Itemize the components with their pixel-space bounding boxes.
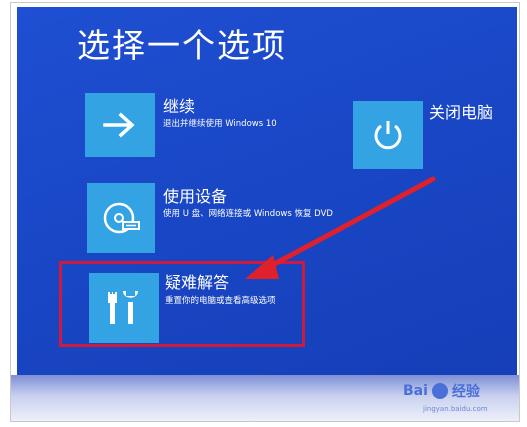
watermark-brand-b: 经验: [451, 384, 480, 400]
watermark-sub: jingyan.baidu.com: [423, 405, 488, 413]
photo-frame: 选择一个选项 继续 退出并继续使用 Windows 10 使用设备 使用 U 盘…: [10, 2, 520, 422]
recovery-screen: 选择一个选项 继续 退出并继续使用 Windows 10 使用设备 使用 U 盘…: [17, 7, 517, 377]
paw-icon: [431, 383, 448, 399]
watermark-brand-a: Bai: [403, 383, 428, 399]
watermark: Bai 经验: [403, 381, 480, 401]
annotation-arrow-icon: [245, 176, 436, 279]
